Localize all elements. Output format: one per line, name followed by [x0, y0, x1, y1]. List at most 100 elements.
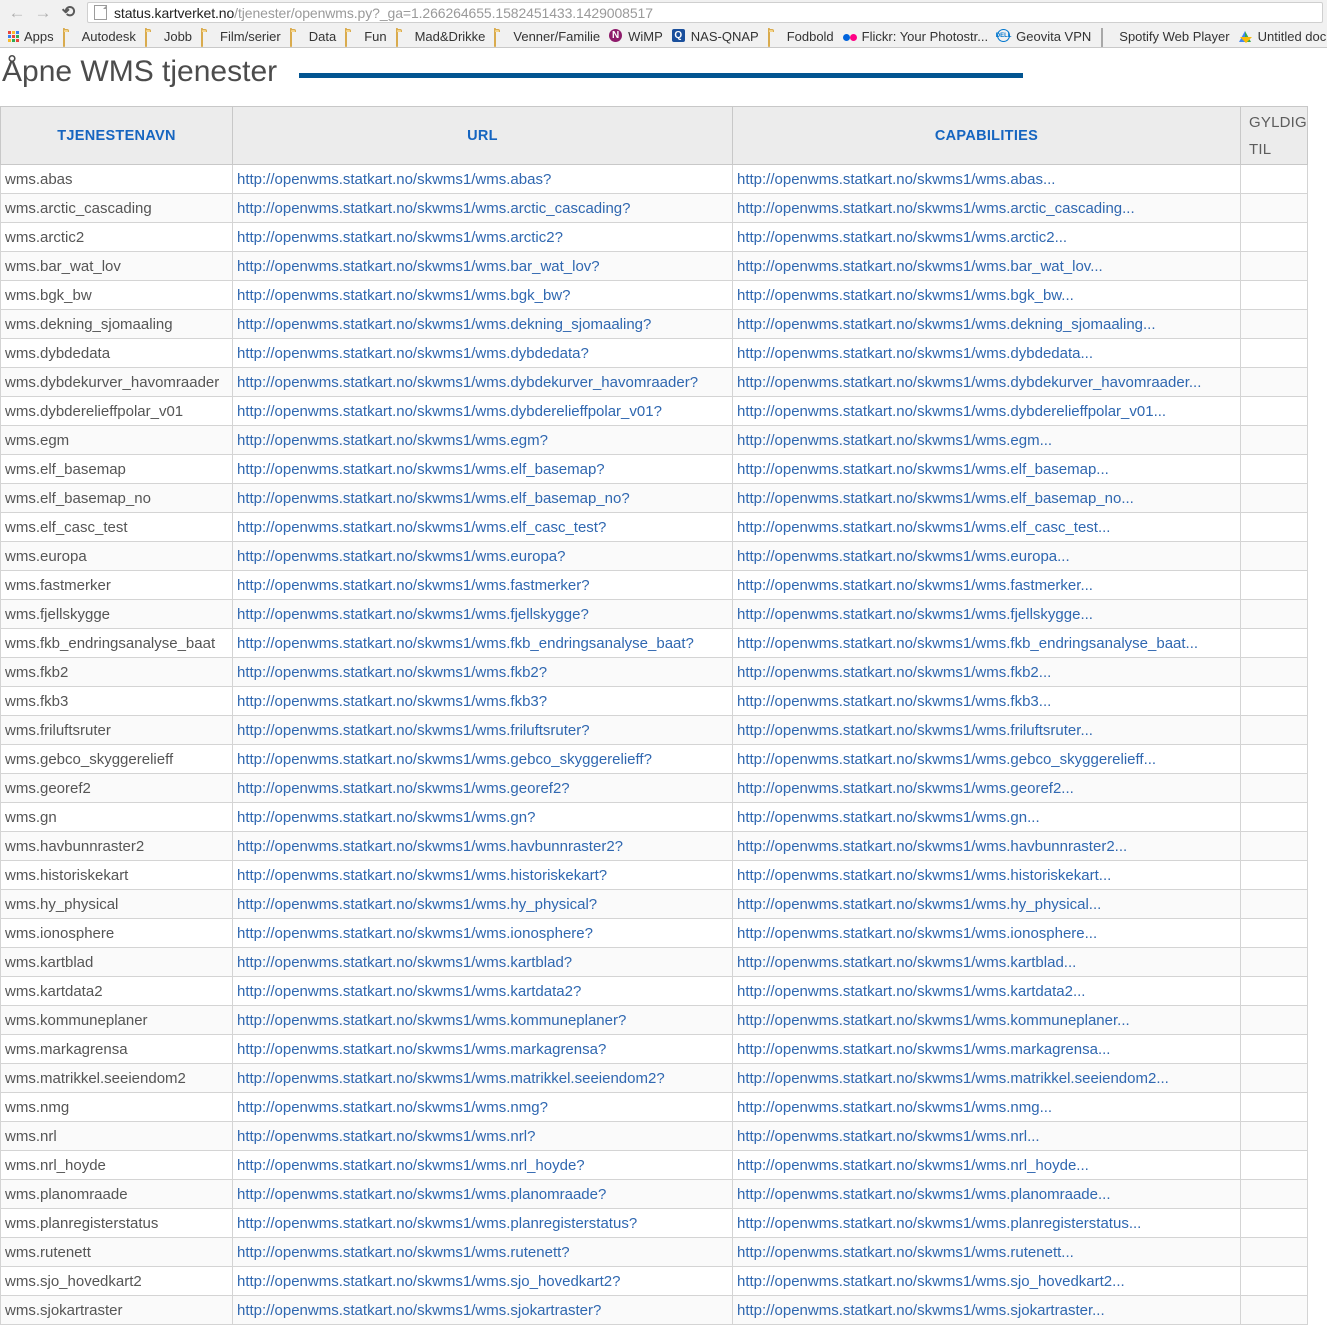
capabilities-url-link[interactable]: http://openwms.statkart.no/skwms1/wms.ba…: [737, 258, 1103, 275]
service-url-link[interactable]: http://openwms.statkart.no/skwms1/wms.ar…: [237, 200, 631, 217]
bookmark-wimp[interactable]: N WiMP: [606, 27, 669, 46]
capabilities-url-link[interactable]: http://openwms.statkart.no/skwms1/wms.el…: [737, 519, 1110, 536]
service-url-link[interactable]: http://openwms.statkart.no/skwms1/wms.nr…: [237, 1128, 535, 1145]
capabilities-url-link[interactable]: http://openwms.statkart.no/skwms1/wms.el…: [737, 461, 1109, 478]
capabilities-url-link[interactable]: http://openwms.statkart.no/skwms1/wms.gn…: [737, 809, 1040, 826]
bookmark-fun[interactable]: Fun: [342, 27, 392, 47]
bookmark-fodbold[interactable]: Fodbold: [765, 27, 840, 47]
column-header-tjenestenavn[interactable]: TJENESTENAVN: [0, 106, 233, 165]
capabilities-url-link[interactable]: http://openwms.statkart.no/skwms1/wms.nr…: [737, 1128, 1040, 1145]
capabilities-url-link[interactable]: http://openwms.statkart.no/skwms1/wms.nr…: [737, 1157, 1089, 1174]
service-url-link[interactable]: http://openwms.statkart.no/skwms1/wms.hi…: [237, 867, 607, 884]
bookmark-spotify-web-player[interactable]: Spotify Web Player: [1097, 27, 1235, 47]
column-header-capabilities[interactable]: CAPABILITIES: [732, 106, 1241, 165]
bookmark-mad-drikke[interactable]: Mad&Drikke: [393, 27, 492, 47]
capabilities-url-link[interactable]: http://openwms.statkart.no/skwms1/wms.fj…: [737, 606, 1093, 623]
capabilities-url-link[interactable]: http://openwms.statkart.no/skwms1/wms.el…: [737, 490, 1134, 507]
service-url-link[interactable]: http://openwms.statkart.no/skwms1/wms.ru…: [237, 1244, 570, 1261]
capabilities-url-link[interactable]: http://openwms.statkart.no/skwms1/wms.fa…: [737, 577, 1093, 594]
capabilities-url-link[interactable]: http://openwms.statkart.no/skwms1/wms.ka…: [737, 954, 1076, 971]
bookmark-data[interactable]: Data: [287, 27, 342, 47]
service-url-link[interactable]: http://openwms.statkart.no/skwms1/wms.ma…: [237, 1070, 665, 1087]
capabilities-url-link[interactable]: http://openwms.statkart.no/skwms1/wms.eu…: [737, 548, 1070, 565]
service-url-link[interactable]: http://openwms.statkart.no/skwms1/wms.pl…: [237, 1215, 637, 1232]
capabilities-url-link[interactable]: http://openwms.statkart.no/skwms1/wms.dy…: [737, 345, 1093, 362]
service-url-link[interactable]: http://openwms.statkart.no/skwms1/wms.fk…: [237, 635, 694, 652]
capabilities-url-link[interactable]: http://openwms.statkart.no/skwms1/wms.fk…: [737, 664, 1051, 681]
capabilities-url-link[interactable]: http://openwms.statkart.no/skwms1/wms.ha…: [737, 838, 1127, 855]
forward-button[interactable]: →: [30, 2, 56, 24]
service-url-link[interactable]: http://openwms.statkart.no/skwms1/wms.fa…: [237, 577, 590, 594]
service-url-link[interactable]: http://openwms.statkart.no/skwms1/wms.dy…: [237, 374, 698, 391]
service-url-link[interactable]: http://openwms.statkart.no/skwms1/wms.ge…: [237, 751, 652, 768]
capabilities-url-link[interactable]: http://openwms.statkart.no/skwms1/wms.ab…: [737, 171, 1055, 188]
capabilities-url-link[interactable]: http://openwms.statkart.no/skwms1/wms.io…: [737, 925, 1097, 942]
capabilities-url-link[interactable]: http://openwms.statkart.no/skwms1/wms.fk…: [737, 693, 1051, 710]
column-header-gyldig-til[interactable]: GYLDIG TIL: [1240, 106, 1308, 165]
capabilities-url-link[interactable]: http://openwms.statkart.no/skwms1/wms.bg…: [737, 287, 1074, 304]
capabilities-url-link[interactable]: http://openwms.statkart.no/skwms1/wms.nm…: [737, 1099, 1052, 1116]
address-bar[interactable]: status.kartverket.no/tjenester/openwms.p…: [87, 2, 1323, 23]
service-url-link[interactable]: http://openwms.statkart.no/skwms1/wms.ba…: [237, 258, 600, 275]
service-url-link[interactable]: http://openwms.statkart.no/skwms1/wms.hy…: [237, 896, 597, 913]
service-url-link[interactable]: http://openwms.statkart.no/skwms1/wms.fk…: [237, 664, 547, 681]
back-button[interactable]: ←: [4, 2, 30, 24]
service-url-link[interactable]: http://openwms.statkart.no/skwms1/wms.fk…: [237, 693, 547, 710]
capabilities-url-link[interactable]: http://openwms.statkart.no/skwms1/wms.hi…: [737, 867, 1111, 884]
bookmark-apps[interactable]: Apps: [5, 27, 60, 46]
service-url-link[interactable]: http://openwms.statkart.no/skwms1/wms.ka…: [237, 954, 572, 971]
capabilities-url-link[interactable]: http://openwms.statkart.no/skwms1/wms.fr…: [737, 722, 1093, 739]
bookmark-jobb[interactable]: Jobb: [142, 27, 198, 47]
capabilities-url-link[interactable]: http://openwms.statkart.no/skwms1/wms.ar…: [737, 200, 1135, 217]
service-url-link[interactable]: http://openwms.statkart.no/skwms1/wms.gn…: [237, 809, 535, 826]
capabilities-url-link[interactable]: http://openwms.statkart.no/skwms1/wms.ge…: [737, 751, 1156, 768]
service-url-link[interactable]: http://openwms.statkart.no/skwms1/wms.dy…: [237, 403, 662, 420]
service-url-link[interactable]: http://openwms.statkart.no/skwms1/wms.de…: [237, 316, 651, 333]
capabilities-url-link[interactable]: http://openwms.statkart.no/skwms1/wms.ar…: [737, 229, 1067, 246]
service-url-link[interactable]: http://openwms.statkart.no/skwms1/wms.ar…: [237, 229, 563, 246]
bookmark-venner-familie[interactable]: Venner/Familie: [491, 27, 606, 47]
service-url-link[interactable]: http://openwms.statkart.no/skwms1/wms.bg…: [237, 287, 570, 304]
bookmark-film-serier[interactable]: Film/serier: [198, 27, 287, 47]
service-url-link[interactable]: http://openwms.statkart.no/skwms1/wms.io…: [237, 925, 593, 942]
bookmark-nas-qnap[interactable]: Q NAS-QNAP: [669, 27, 765, 46]
capabilities-url-link[interactable]: http://openwms.statkart.no/skwms1/wms.ko…: [737, 1012, 1130, 1029]
capabilities-url-link[interactable]: http://openwms.statkart.no/skwms1/wms.sj…: [737, 1273, 1125, 1290]
service-url-link[interactable]: http://openwms.statkart.no/skwms1/wms.eg…: [237, 432, 548, 449]
capabilities-url-link[interactable]: http://openwms.statkart.no/skwms1/wms.hy…: [737, 896, 1101, 913]
capabilities-url-link[interactable]: http://openwms.statkart.no/skwms1/wms.dy…: [737, 403, 1166, 420]
capabilities-url-link[interactable]: http://openwms.statkart.no/skwms1/wms.ru…: [737, 1244, 1074, 1261]
service-url-link[interactable]: http://openwms.statkart.no/skwms1/wms.ka…: [237, 983, 581, 1000]
capabilities-url-link[interactable]: http://openwms.statkart.no/skwms1/wms.dy…: [737, 374, 1201, 391]
service-url-link[interactable]: http://openwms.statkart.no/skwms1/wms.ge…: [237, 780, 570, 797]
bookmark-geovita-vpn[interactable]: DELL Geovita VPN: [994, 27, 1097, 46]
reload-button[interactable]: ⟳: [56, 2, 82, 24]
bookmark-untitled-doc[interactable]: Untitled doc: [1236, 27, 1327, 46]
capabilities-url-link[interactable]: http://openwms.statkart.no/skwms1/wms.fk…: [737, 635, 1198, 652]
service-url-link[interactable]: http://openwms.statkart.no/skwms1/wms.fr…: [237, 722, 590, 739]
service-url-link[interactable]: http://openwms.statkart.no/skwms1/wms.el…: [237, 519, 606, 536]
column-header-url[interactable]: URL: [232, 106, 733, 165]
capabilities-url-link[interactable]: http://openwms.statkart.no/skwms1/wms.ka…: [737, 983, 1085, 1000]
service-url-link[interactable]: http://openwms.statkart.no/skwms1/wms.ha…: [237, 838, 623, 855]
capabilities-url-link[interactable]: http://openwms.statkart.no/skwms1/wms.ma…: [737, 1041, 1110, 1058]
service-url-link[interactable]: http://openwms.statkart.no/skwms1/wms.el…: [237, 461, 605, 478]
capabilities-url-link[interactable]: http://openwms.statkart.no/skwms1/wms.ge…: [737, 780, 1074, 797]
service-url-link[interactable]: http://openwms.statkart.no/skwms1/wms.nm…: [237, 1099, 548, 1116]
bookmark-autodesk[interactable]: Autodesk: [60, 27, 142, 47]
capabilities-url-link[interactable]: http://openwms.statkart.no/skwms1/wms.pl…: [737, 1186, 1110, 1203]
service-url-link[interactable]: http://openwms.statkart.no/skwms1/wms.ab…: [237, 171, 551, 188]
capabilities-url-link[interactable]: http://openwms.statkart.no/skwms1/wms.pl…: [737, 1215, 1141, 1232]
service-url-link[interactable]: http://openwms.statkart.no/skwms1/wms.ko…: [237, 1012, 626, 1029]
service-url-link[interactable]: http://openwms.statkart.no/skwms1/wms.eu…: [237, 548, 565, 565]
service-url-link[interactable]: http://openwms.statkart.no/skwms1/wms.el…: [237, 490, 630, 507]
capabilities-url-link[interactable]: http://openwms.statkart.no/skwms1/wms.ma…: [737, 1070, 1169, 1087]
service-url-link[interactable]: http://openwms.statkart.no/skwms1/wms.sj…: [237, 1273, 621, 1290]
service-url-link[interactable]: http://openwms.statkart.no/skwms1/wms.fj…: [237, 606, 589, 623]
capabilities-url-link[interactable]: http://openwms.statkart.no/skwms1/wms.eg…: [737, 432, 1052, 449]
service-url-link[interactable]: http://openwms.statkart.no/skwms1/wms.dy…: [237, 345, 589, 362]
service-url-link[interactable]: http://openwms.statkart.no/skwms1/wms.pl…: [237, 1186, 606, 1203]
capabilities-url-link[interactable]: http://openwms.statkart.no/skwms1/wms.de…: [737, 316, 1156, 333]
bookmark-flickr[interactable]: Flickr: Your Photostr...: [840, 27, 994, 46]
service-url-link[interactable]: http://openwms.statkart.no/skwms1/wms.ma…: [237, 1041, 606, 1058]
